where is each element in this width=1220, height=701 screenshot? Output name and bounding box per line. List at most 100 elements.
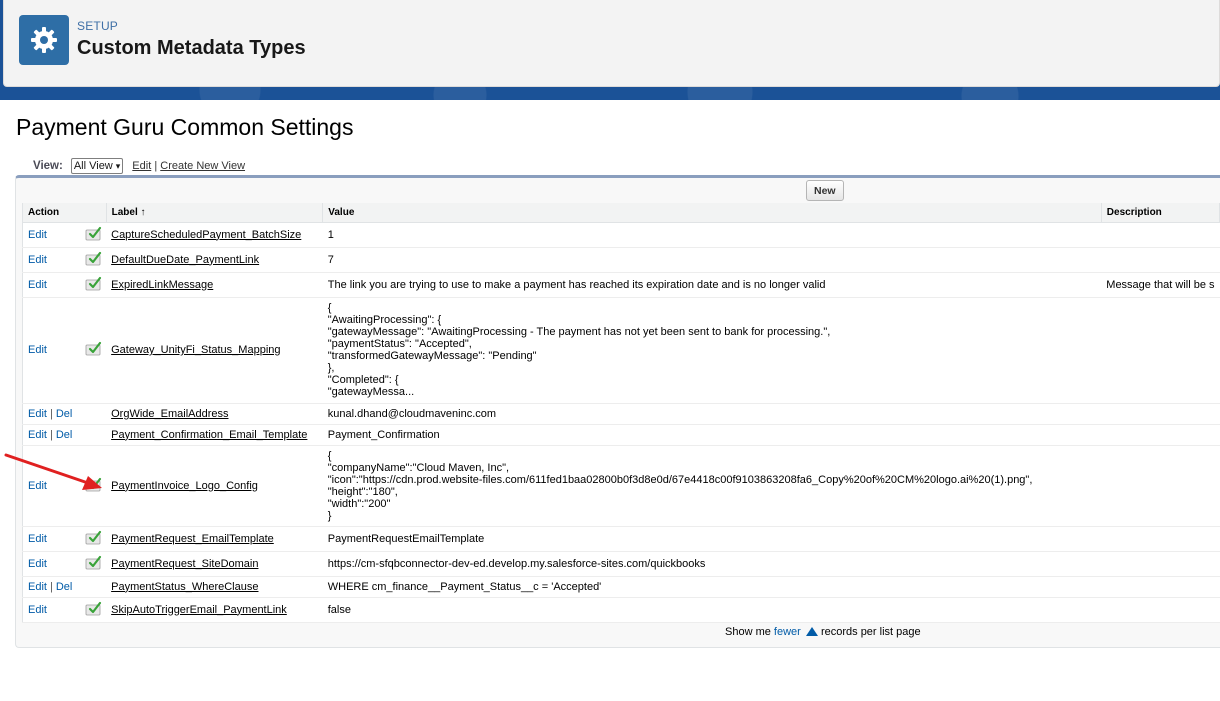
column-header-description[interactable]: Description bbox=[1101, 203, 1220, 223]
label-cell: PaymentRequest_SiteDomain bbox=[106, 551, 323, 577]
status-icon-cell bbox=[80, 424, 107, 446]
record-label-link[interactable]: PaymentRequest_EmailTemplate bbox=[111, 533, 274, 545]
edit-link[interactable]: Edit bbox=[28, 429, 47, 441]
description-cell bbox=[1101, 576, 1220, 598]
link-separator: | bbox=[154, 160, 158, 172]
column-header-value[interactable]: Value bbox=[322, 203, 1102, 223]
value-cell: 1 bbox=[322, 222, 1102, 248]
view-select[interactable]: All View ▾ bbox=[70, 158, 124, 174]
table-row: Edit PaymentRequest_EmailTemplate PaymentR… bbox=[22, 526, 1220, 552]
sort-ascending-icon: ↑ bbox=[140, 206, 146, 218]
table-row: Edit | Del OrgWide_EmailAddress kunal.dhand@… bbox=[22, 403, 1220, 425]
delete-link[interactable]: Del bbox=[56, 429, 73, 441]
record-label-link[interactable]: PaymentRequest_SiteDomain bbox=[111, 558, 258, 570]
record-label-link[interactable]: DefaultDueDate_PaymentLink bbox=[111, 254, 259, 266]
label-cell: PaymentStatus_WhereClause bbox=[106, 576, 323, 598]
action-cell: Edit bbox=[22, 247, 81, 273]
edit-link[interactable]: Edit bbox=[28, 581, 47, 593]
checked-icon bbox=[85, 226, 102, 240]
label-cell: PaymentInvoice_Logo_Config bbox=[106, 445, 323, 527]
record-label-link[interactable]: Payment_Confirmation_Email_Template bbox=[111, 429, 307, 441]
records-table: Action Label ↑ Value Description Edit Cap… bbox=[22, 203, 1220, 623]
label-cell: Payment_Confirmation_Email_Template bbox=[106, 424, 323, 446]
new-button[interactable]: New bbox=[806, 180, 844, 201]
action-cell: Edit bbox=[22, 222, 81, 248]
red-annotation-arrow-icon bbox=[4, 453, 102, 490]
table-row: Edit PaymentRequest_SiteDomain https://cm-… bbox=[22, 551, 1220, 577]
action-separator: | bbox=[49, 580, 53, 593]
label-cell: SkipAutoTriggerEmail_PaymentLink bbox=[106, 597, 323, 623]
edit-view-link[interactable]: Edit bbox=[132, 160, 151, 172]
page-title: Custom Metadata Types bbox=[77, 37, 306, 59]
status-icon-cell bbox=[80, 526, 107, 552]
description-cell bbox=[1101, 403, 1220, 425]
setup-gear-icon bbox=[19, 15, 69, 65]
status-icon-cell bbox=[80, 597, 107, 623]
action-separator: | bbox=[49, 428, 53, 441]
record-label-link[interactable]: CaptureScheduledPayment_BatchSize bbox=[111, 229, 301, 241]
create-new-view-link[interactable]: Create New View bbox=[160, 160, 245, 172]
description-cell bbox=[1101, 297, 1220, 404]
status-icon-cell bbox=[80, 551, 107, 577]
action-cell: Edit bbox=[22, 297, 81, 404]
description-cell: Message that will be s bbox=[1101, 272, 1220, 298]
table-row: Edit DefaultDueDate_PaymentLink 7 bbox=[22, 247, 1220, 273]
record-label-link[interactable]: Gateway_UnityFi_Status_Mapping bbox=[111, 344, 280, 356]
value-cell: 7 bbox=[322, 247, 1102, 273]
action-cell: Edit bbox=[22, 526, 81, 552]
pager-prefix: Show me bbox=[725, 626, 771, 638]
record-label-link[interactable]: PaymentInvoice_Logo_Config bbox=[111, 480, 258, 492]
description-cell bbox=[1101, 247, 1220, 273]
table-row: Edit PaymentInvoice_Logo_Config{ "company… bbox=[22, 445, 1220, 527]
triangle-up-icon[interactable] bbox=[805, 627, 818, 636]
action-cell: Edit bbox=[22, 272, 81, 298]
status-icon-cell bbox=[80, 272, 107, 298]
label-cell: PaymentRequest_EmailTemplate bbox=[106, 526, 323, 552]
label-cell: Gateway_UnityFi_Status_Mapping bbox=[106, 297, 323, 404]
label-cell: CaptureScheduledPayment_BatchSize bbox=[106, 222, 323, 248]
description-cell bbox=[1101, 222, 1220, 248]
edit-link[interactable]: Edit bbox=[28, 279, 47, 291]
description-cell bbox=[1101, 551, 1220, 577]
record-label-link[interactable]: SkipAutoTriggerEmail_PaymentLink bbox=[111, 604, 287, 616]
action-separator: | bbox=[49, 407, 53, 420]
value-cell: PaymentRequestEmailTemplate bbox=[322, 526, 1102, 552]
record-label-link[interactable]: ExpiredLinkMessage bbox=[111, 279, 213, 291]
edit-link[interactable]: Edit bbox=[28, 254, 47, 266]
record-label-link[interactable]: OrgWide_EmailAddress bbox=[111, 408, 228, 420]
edit-link[interactable]: Edit bbox=[28, 604, 47, 616]
delete-link[interactable]: Del bbox=[56, 581, 73, 593]
status-icon-cell bbox=[80, 576, 107, 598]
chevron-down-icon: ▾ bbox=[115, 160, 121, 171]
value-cell: false bbox=[322, 597, 1102, 623]
table-row: Edit ExpiredLinkMessage The link you are t… bbox=[22, 272, 1220, 298]
label-cell: DefaultDueDate_PaymentLink bbox=[106, 247, 323, 273]
action-cell: Edit | Del bbox=[22, 424, 81, 446]
table-row: Edit CaptureScheduledPayment_BatchSize 1 bbox=[22, 222, 1220, 248]
value-cell: Payment_Confirmation bbox=[322, 424, 1102, 446]
action-cell: Edit | Del bbox=[22, 576, 81, 598]
edit-link[interactable]: Edit bbox=[28, 408, 47, 420]
action-cell: Edit bbox=[22, 551, 81, 577]
action-cell: Edit | Del bbox=[22, 403, 81, 425]
value-cell: The link you are trying to use to make a… bbox=[322, 272, 1102, 298]
table-row: Edit | Del Payment_Confirmation_Email_Templ… bbox=[22, 424, 1220, 446]
label-cell: OrgWide_EmailAddress bbox=[106, 403, 323, 425]
checked-icon bbox=[85, 555, 102, 569]
value-cell: { "companyName":"Cloud Maven, Inc", "ico… bbox=[322, 445, 1102, 527]
value-cell: { "AwaitingProcessing": { "gatewayMessag… bbox=[322, 297, 1102, 404]
column-header-label[interactable]: Label ↑ bbox=[106, 203, 324, 223]
edit-link[interactable]: Edit bbox=[28, 558, 47, 570]
checked-icon bbox=[85, 251, 102, 265]
edit-link[interactable]: Edit bbox=[28, 229, 47, 241]
value-cell: kunal.dhand@cloudmaveninc.com bbox=[322, 403, 1102, 425]
edit-link[interactable]: Edit bbox=[28, 344, 47, 356]
checked-icon bbox=[85, 601, 102, 615]
delete-link[interactable]: Del bbox=[56, 408, 73, 420]
description-cell bbox=[1101, 526, 1220, 552]
pager-suffix: records per list page bbox=[820, 626, 921, 638]
record-label-link[interactable]: PaymentStatus_WhereClause bbox=[111, 581, 258, 593]
show-fewer-link[interactable]: fewer bbox=[774, 626, 801, 638]
edit-link[interactable]: Edit bbox=[28, 533, 47, 545]
value-cell: https://cm-sfqbconnector-dev-ed.develop.… bbox=[322, 551, 1102, 577]
